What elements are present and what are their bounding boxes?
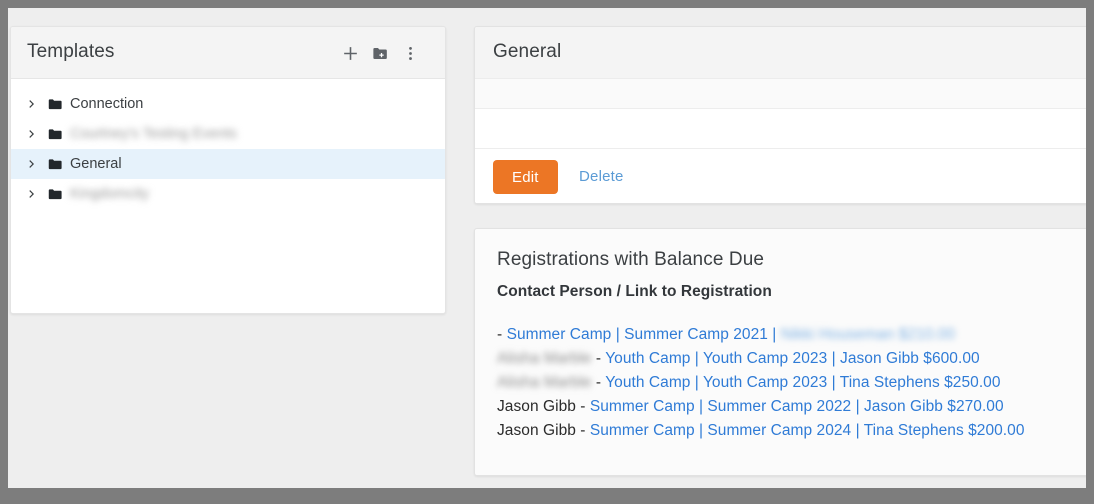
row-separator: - xyxy=(596,350,601,367)
tree-item-label: Connection xyxy=(70,96,143,112)
registration-link-tail[interactable]: Nikki Houseman $210.00 xyxy=(781,326,955,343)
dots-vertical-icon xyxy=(401,44,420,63)
contact-name: Jason Gibb xyxy=(497,398,576,415)
delete-button[interactable]: Delete xyxy=(579,168,624,185)
general-detail-row-1 xyxy=(475,79,1086,109)
registration-link[interactable]: Summer Camp | Summer Camp 2021 | xyxy=(507,326,777,343)
tree-item-connection[interactable]: Connection xyxy=(11,89,445,119)
folder-icon xyxy=(43,153,67,175)
general-panel-footer: Edit Delete xyxy=(475,149,1086,204)
registrations-title: Registrations with Balance Due xyxy=(497,249,1069,271)
plus-icon xyxy=(341,44,360,63)
general-panel: General Edit Delete xyxy=(474,26,1086,204)
tree-item-general[interactable]: General xyxy=(11,149,445,179)
tree-item-label: General xyxy=(70,156,122,172)
row-separator: - xyxy=(497,326,502,343)
contact-name: Alisha Marble xyxy=(497,350,592,367)
row-separator: - xyxy=(580,398,585,415)
templates-tree: Connection Courtney's Testing Events xyxy=(11,79,445,209)
chevron-right-icon[interactable] xyxy=(21,183,43,205)
main-content: General Edit Delete Registrations with B… xyxy=(474,26,1086,478)
registrations-list: - Summer Camp | Summer Camp 2021 | Nikki… xyxy=(497,323,1069,443)
folder-icon xyxy=(43,123,67,145)
folder-icon xyxy=(43,183,67,205)
chevron-right-icon[interactable] xyxy=(21,93,43,115)
registration-link[interactable]: Youth Camp | Youth Camp 2023 | Jason Gib… xyxy=(605,350,979,367)
row-separator: - xyxy=(580,422,585,439)
edit-button[interactable]: Edit xyxy=(493,160,558,194)
templates-panel: Templates xyxy=(10,26,446,314)
contact-name: Alisha Marble xyxy=(497,374,592,391)
templates-panel-title: Templates xyxy=(27,41,115,63)
tree-item-label: Kingdomcity xyxy=(70,186,149,202)
general-detail-row-2 xyxy=(475,109,1086,149)
list-item: - Summer Camp | Summer Camp 2021 | Nikki… xyxy=(497,323,1069,347)
general-panel-header: General xyxy=(475,27,1086,79)
tree-item-label: Courtney's Testing Events xyxy=(70,126,237,142)
list-item: Jason Gibb - Summer Camp | Summer Camp 2… xyxy=(497,395,1069,419)
registration-link[interactable]: Summer Camp | Summer Camp 2024 | Tina St… xyxy=(590,422,1025,439)
registrations-subtitle: Contact Person / Link to Registration xyxy=(497,283,1069,301)
new-folder-button[interactable] xyxy=(367,40,393,66)
chevron-right-icon[interactable] xyxy=(21,123,43,145)
app-frame: Templates xyxy=(8,8,1086,488)
registration-link[interactable]: Summer Camp | Summer Camp 2022 | Jason G… xyxy=(590,398,1004,415)
tree-item-courtneys-testing-events[interactable]: Courtney's Testing Events xyxy=(11,119,445,149)
registrations-panel: Registrations with Balance Due Contact P… xyxy=(474,228,1086,476)
add-template-button[interactable] xyxy=(337,40,363,66)
templates-panel-header: Templates xyxy=(11,27,445,79)
templates-more-options-button[interactable] xyxy=(397,40,423,66)
new-folder-icon xyxy=(371,44,390,63)
contact-name: Jason Gibb xyxy=(497,422,576,439)
list-item: Jason Gibb - Summer Camp | Summer Camp 2… xyxy=(497,419,1069,443)
general-panel-title: General xyxy=(493,41,561,63)
list-item: Alisha Marble - Youth Camp | Youth Camp … xyxy=(497,371,1069,395)
registration-link[interactable]: Youth Camp | Youth Camp 2023 | Tina Step… xyxy=(605,374,1000,391)
tree-item-kingdomcity[interactable]: Kingdomcity xyxy=(11,179,445,209)
chevron-right-icon[interactable] xyxy=(21,153,43,175)
folder-icon xyxy=(43,93,67,115)
row-separator: - xyxy=(596,374,601,391)
list-item: Alisha Marble - Youth Camp | Youth Camp … xyxy=(497,347,1069,371)
